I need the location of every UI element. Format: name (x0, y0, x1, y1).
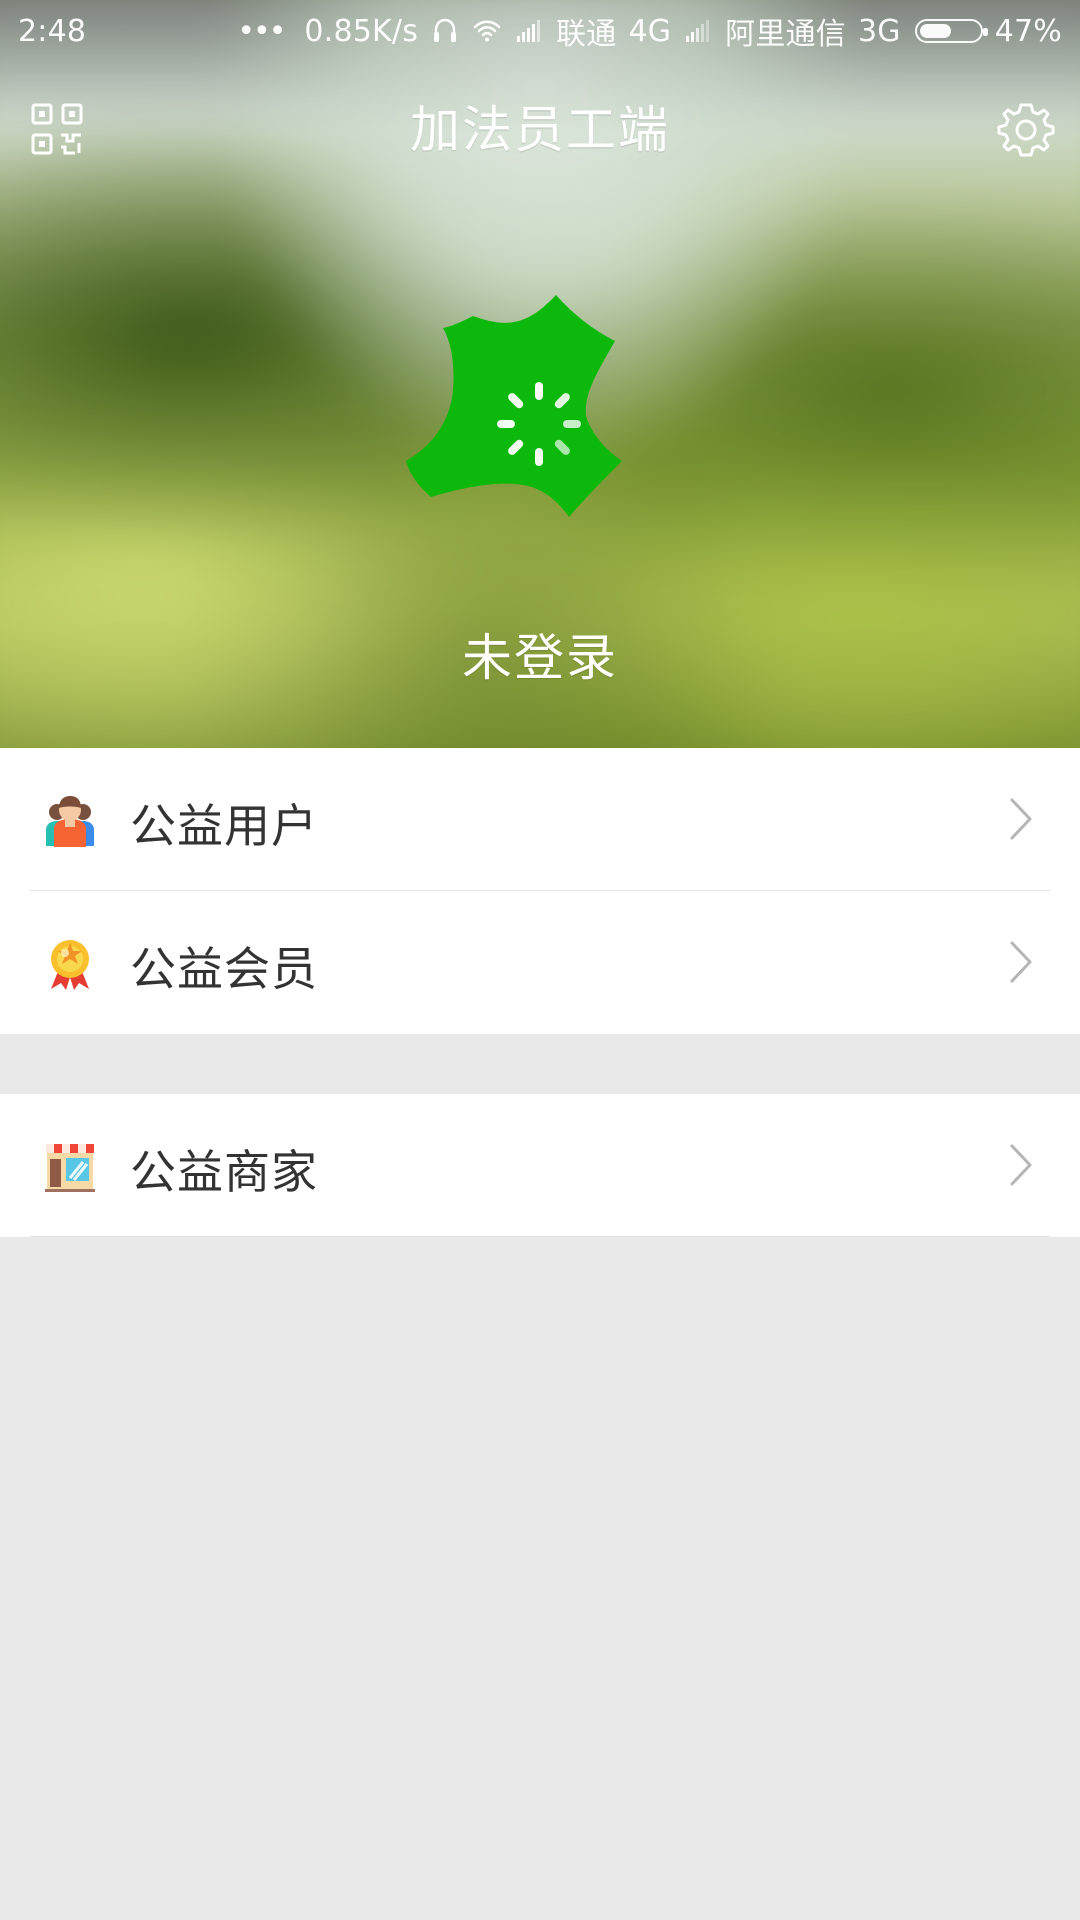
top-navigation: 加法员工端 (0, 62, 1080, 196)
status-bar: 2:48 ••• 0.85K/s 联通 4G 阿里通信 3G 47% (0, 0, 1080, 62)
network-speed: 0.85K/s (304, 13, 419, 49)
carrier-name-1: 联通 (556, 17, 617, 52)
network-type-2: 3G (857, 13, 901, 49)
battery-cap (982, 28, 988, 36)
profile-header: 2:48 ••• 0.85K/s 联通 4G 阿里通信 3G 47% 加法员工端… (0, 0, 1080, 748)
row-divider (30, 1236, 1050, 1237)
menu-group-1: 公益用户 公益会员 (0, 748, 1080, 1034)
signal-icon (683, 16, 713, 46)
menu-item-public-user[interactable]: 公益用户 (0, 748, 1080, 891)
gear-icon (997, 103, 1055, 157)
status-time: 2:48 (18, 13, 87, 49)
wifi-icon (472, 16, 502, 46)
status-left: 2:48 (18, 0, 86, 62)
page-title: 加法员工端 (410, 101, 670, 159)
settings-button[interactable] (996, 98, 1056, 158)
app-logo-icon (406, 295, 622, 517)
login-status[interactable]: 未登录 (0, 618, 1080, 690)
chevron-right-icon (1006, 794, 1036, 844)
menu-content: 公益用户 公益会员 公益商家 (0, 748, 1080, 1920)
store-icon (42, 1138, 98, 1194)
battery-level (919, 24, 951, 38)
status-right: ••• 0.85K/s 联通 4G 阿里通信 3G 47% (237, 0, 1062, 62)
carrier-name-2: 阿里通信 (725, 17, 846, 52)
menu-item-label: 公益商家 (130, 1145, 318, 1199)
battery-icon (914, 19, 988, 43)
menu-item-public-merchant[interactable]: 公益商家 (0, 1094, 1080, 1237)
headphones-icon (430, 16, 460, 46)
menu-item-label: 公益会员 (130, 942, 318, 996)
menu-group-2: 公益商家 (0, 1094, 1080, 1237)
menu-item-public-member[interactable]: 公益会员 (0, 891, 1080, 1034)
medal-icon (42, 935, 98, 991)
app-screen: 2:48 ••• 0.85K/s 联通 4G 阿里通信 3G 47% 加法员工端… (0, 0, 1080, 1920)
users-icon (42, 792, 98, 848)
chevron-right-icon (1006, 1140, 1036, 1190)
signal-icon (514, 16, 544, 46)
network-type-1: 4G (628, 13, 672, 49)
battery-percentage: 47% (994, 13, 1062, 49)
menu-item-label: 公益用户 (130, 799, 318, 853)
more-indicator: ••• (237, 13, 286, 49)
avatar[interactable] (401, 290, 671, 560)
chevron-right-icon (1006, 937, 1036, 987)
